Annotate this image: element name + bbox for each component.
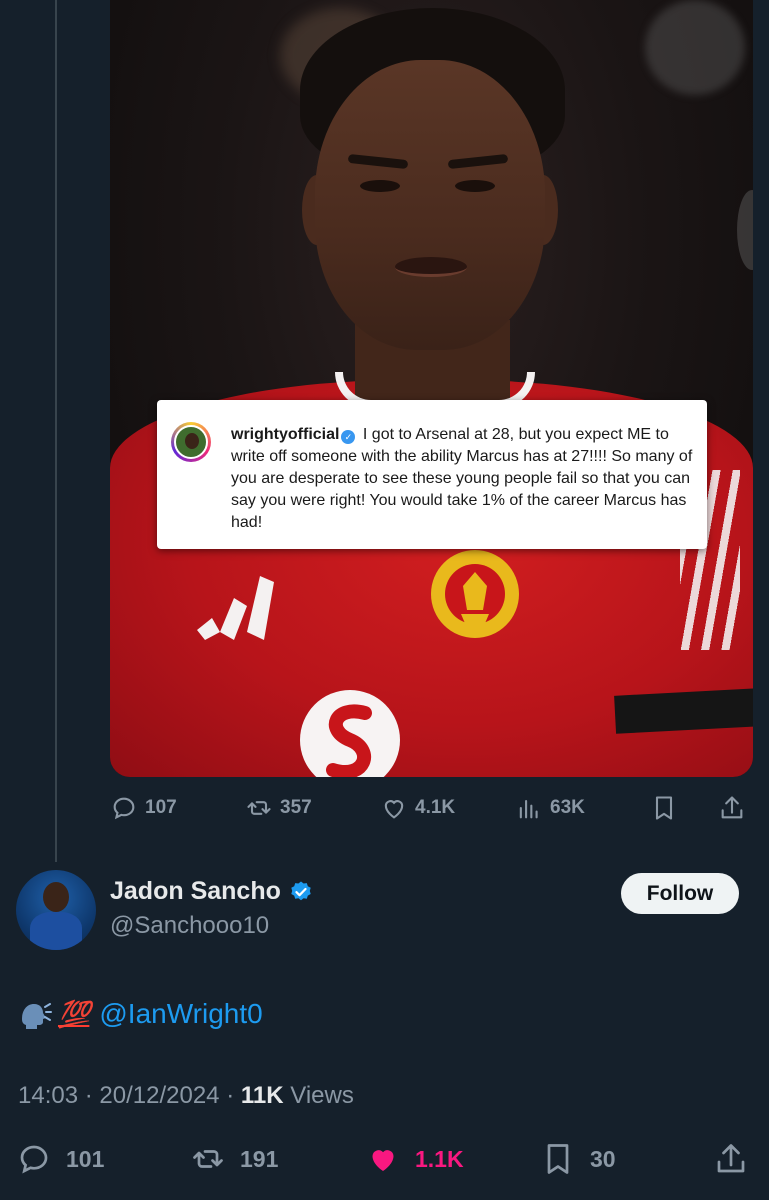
bookmark-icon xyxy=(547,1144,569,1174)
speaking-head-icon xyxy=(22,1003,52,1029)
meta-separator: · xyxy=(84,1082,93,1109)
like-button[interactable]: 4.1K xyxy=(380,788,455,828)
tweet-media-image[interactable]: wrightyofficial ✓ I got to Arsenal at 28,… xyxy=(110,0,753,777)
share-button[interactable] xyxy=(718,788,753,828)
reply-count: 107 xyxy=(145,797,177,818)
repost-icon xyxy=(193,1150,223,1168)
reply-button[interactable]: 107 xyxy=(110,788,177,828)
heart-filled-icon xyxy=(372,1150,394,1171)
repost-button[interactable]: 357 xyxy=(245,788,312,828)
meta-separator: · xyxy=(226,1082,235,1109)
quoted-action-bar: 107 357 4.1K 63K xyxy=(110,788,753,828)
reply-icon xyxy=(113,797,135,820)
reply-button[interactable]: 101 xyxy=(16,1138,104,1180)
repost-icon xyxy=(247,801,271,815)
bookmark-button[interactable] xyxy=(650,788,685,828)
author-name[interactable]: Jadon Sancho xyxy=(110,877,281,906)
repost-button[interactable]: 191 xyxy=(190,1138,278,1180)
tweet-views-label: Views xyxy=(290,1082,354,1109)
bookmark-count: 30 xyxy=(590,1145,616,1172)
like-count: 1.1K xyxy=(415,1145,464,1172)
mention-link[interactable]: @IanWright0 xyxy=(99,998,262,1030)
thread-connector-line xyxy=(55,0,57,862)
author-name-row: Jadon Sancho xyxy=(110,877,313,906)
instagram-comment-card: wrightyofficial ✓ I got to Arsenal at 28,… xyxy=(157,400,707,549)
instagram-avatar xyxy=(171,422,211,462)
background-bokeh xyxy=(737,190,753,270)
heart-icon xyxy=(384,800,404,819)
background-bokeh xyxy=(645,0,745,95)
like-count: 4.1K xyxy=(415,797,456,818)
reply-icon xyxy=(20,1145,48,1174)
club-crest-icon xyxy=(431,550,519,638)
views-button[interactable]: 63K xyxy=(515,788,585,828)
hundred-points-emoji: 💯 xyxy=(58,998,90,1029)
sponsor-logo-icon xyxy=(300,690,400,777)
views-count: 63K xyxy=(550,797,585,818)
tweet-views-count: 11K xyxy=(240,1082,284,1109)
verified-badge-icon xyxy=(291,881,311,900)
player-eye xyxy=(360,180,400,192)
tweet-meta: 14:03 · 20/12/2024 · 11K Views xyxy=(18,1082,354,1110)
tweet-body: 💯 @IanWright0 xyxy=(18,997,263,1031)
analytics-icon xyxy=(519,799,538,819)
tweet-date[interactable]: 20/12/2024 xyxy=(99,1082,219,1109)
player-mouth xyxy=(395,257,467,277)
captain-armband xyxy=(614,688,753,734)
follow-button[interactable]: Follow xyxy=(621,873,739,914)
repost-count: 191 xyxy=(240,1145,279,1172)
instagram-verified-icon: ✓ xyxy=(341,430,356,444)
author-avatar[interactable] xyxy=(16,870,96,950)
share-icon xyxy=(721,796,743,819)
share-button[interactable] xyxy=(713,1138,763,1180)
instagram-username: wrightyofficial xyxy=(231,426,340,443)
bookmark-icon xyxy=(655,796,673,820)
adidas-logo-icon xyxy=(197,576,274,640)
repost-count: 357 xyxy=(280,797,312,818)
instagram-comment-text: wrightyofficial ✓ I got to Arsenal at 28,… xyxy=(231,424,697,534)
share-icon xyxy=(717,1144,745,1173)
bookmark-button[interactable]: 30 xyxy=(540,1138,616,1180)
player-eye xyxy=(455,180,495,192)
like-button[interactable]: 1.1K xyxy=(365,1138,464,1180)
player-face xyxy=(315,60,545,350)
tweet-action-bar: 101 191 1.1K 30 xyxy=(0,1138,769,1180)
author-handle[interactable]: @Sanchooo10 xyxy=(110,912,269,940)
reply-count: 101 xyxy=(66,1145,105,1172)
tweet-time[interactable]: 14:03 xyxy=(18,1082,78,1109)
